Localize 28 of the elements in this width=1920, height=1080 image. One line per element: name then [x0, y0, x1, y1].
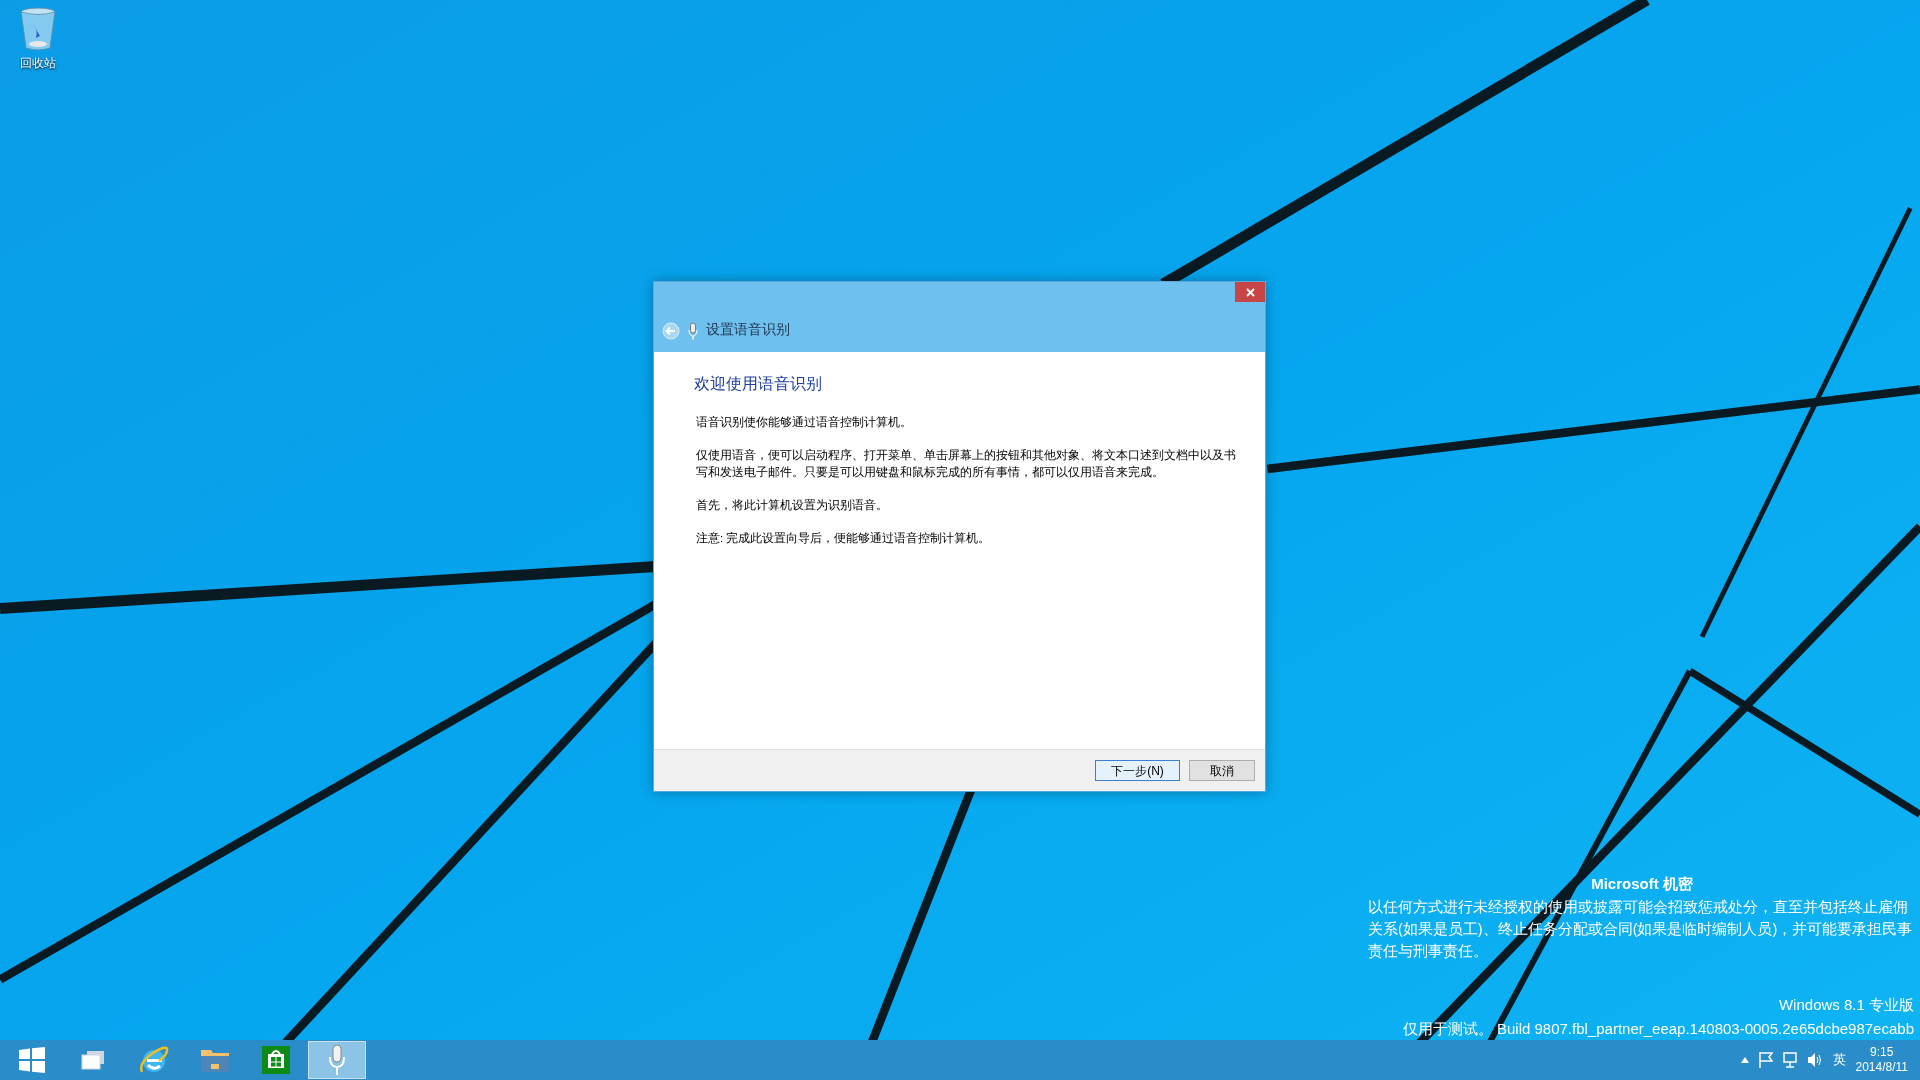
microphone-icon [328, 1044, 346, 1076]
task-view-icon [81, 1050, 105, 1070]
desktop-icon-label[interactable]: 回收站 [20, 54, 56, 72]
network-icon[interactable] [1782, 1052, 1797, 1068]
folder-icon [200, 1047, 230, 1073]
dialog-button[interactable]: 下一步(N) [1095, 760, 1180, 781]
body-paragraph: 首先，将此计算机设置为识别语音。 [696, 498, 889, 513]
taskbar-button[interactable] [308, 1041, 366, 1079]
store-bag-icon [262, 1046, 290, 1074]
input-language-indicator[interactable]: 英 [1832, 1050, 1846, 1070]
edition-text: Windows 8.1 专业版 [1778, 995, 1914, 1015]
close-icon [1245, 287, 1255, 297]
body-paragraph: 仅使用语音，便可以启动程序、打开菜单、单击屏幕上的按钮和其他对象、将文本口述到文档中以及书写和发送电子邮件。只要是可以用键盘和鼠标完成的所有事情，都可以仅用语音来完成。 [696, 448, 1237, 480]
clock[interactable]: 9:15 2014/8/11 [1855, 1045, 1908, 1075]
body-paragraph: 注意: 完成此设置向导后，便能够通过语音控制计算机。 [696, 531, 992, 546]
microphone-icon [688, 322, 698, 340]
show-hidden-icons-icon[interactable] [1740, 1057, 1749, 1063]
close-button[interactable] [1235, 282, 1265, 302]
body-paragraph: 语音识别使你能够通过语音控制计算机。 [696, 415, 913, 430]
flag-icon[interactable] [1758, 1052, 1773, 1068]
browser-e-icon [139, 1045, 169, 1075]
notice-title: Microsoft 机密 [1590, 874, 1694, 894]
dialog-button[interactable]: 取消 [1189, 760, 1255, 781]
window-title: 设置语音识别 [706, 320, 790, 339]
volume-icon[interactable] [1806, 1052, 1823, 1068]
windows-logo-icon [19, 1047, 45, 1073]
dialog-heading: 欢迎使用语音识别 [694, 374, 823, 394]
recycle-bin-icon [18, 6, 58, 52]
